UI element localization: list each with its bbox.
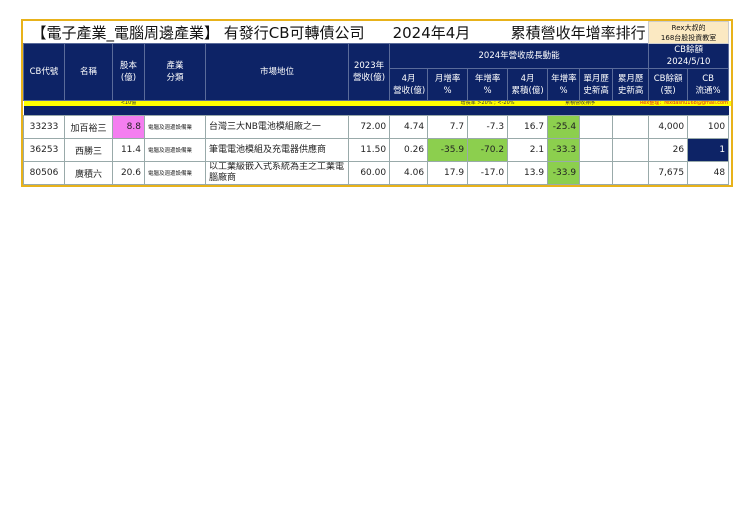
brand-line1: Rex大叔的 [671,23,706,32]
cell-apr-rev: 0.26 [389,138,429,162]
cell-rev2023: 11.50 [347,138,391,162]
cell-code: 80506 [23,161,65,185]
cell-cb-balance: 26 [648,138,689,162]
cb-ranking-sheet: 【電子產業_電腦周邊產業】 有發行CB可轉債公司 2024年4月 累積營收年增率… [21,19,733,187]
cell-capital: 11.4 [112,138,145,162]
cell-name: 西勝三 [64,138,113,162]
cell-cum-high [612,161,650,185]
period-label: 2024年4月 [392,23,471,42]
ranking-label: 累積營收年增率排行 [510,23,646,42]
cell-industry: 電腦及週邊設備業 [144,138,206,162]
cell-cb-float: 1 [687,138,730,162]
cell-code: 36253 [23,138,65,162]
cell-capital: 20.6 [112,161,145,185]
cell-apr-cum: 16.7 [507,115,549,139]
header-growth-group: 2024年營收成長動能 [389,43,650,69]
sheet-title: 【電子產業_電腦周邊產業】 有發行CB可轉債公司 [31,23,365,42]
header-code: CB代號 [23,43,65,101]
cell-rev2023: 72.00 [347,115,391,139]
cell-apr-rev: 4.06 [389,161,429,185]
cell-cum-yoy: -25.4 [547,115,581,139]
header-apr-rev: 4月 營收(億) [389,68,429,101]
cell-market: 筆電電池模組及充電器供應商 [205,138,349,162]
cell-apr-rev: 4.74 [389,115,429,139]
cell-apr-cum: 2.1 [507,138,549,162]
cell-cb-float: 48 [687,161,730,185]
cell-cb-balance: 7,675 [648,161,689,185]
cell-market: 以工業級嵌入式系統為主之工業電腦廠商 [205,161,349,185]
cell-capital: 8.8 [112,115,145,139]
header-rev2023: 2023年 營收(億) [347,43,391,101]
header-month-high: 單月歷 史新高 [579,68,614,101]
header-cb-group: CB餘額 2024/5/10 [648,43,730,69]
brand-line2: 168台股投資教室 [660,33,717,42]
cell-code: 33233 [23,115,65,139]
header-capital: 股本 (億) [112,43,145,101]
cell-month-high [579,115,614,139]
header-cb-float: CB 流通% [687,68,730,101]
cell-yoy: -17.0 [467,161,509,185]
header-cum-yoy: 年增率 % [547,68,581,101]
cell-industry: 電腦及週邊設備業 [144,161,206,185]
table-row: 36253 西勝三 11.4 電腦及週邊設備業 筆電電池模組及充電器供應商 11.50 0.… [23,138,732,162]
cell-name: 加百裕三 [64,115,113,139]
cell-cb-float: 100 [687,115,730,139]
cell-month-high [579,161,614,185]
cell-yoy: -70.2 [467,138,509,162]
cell-industry: 電腦及週邊設備業 [144,115,206,139]
header-yoy: 年增率 % [467,68,509,101]
cell-market: 台灣三大NB電池模組廠之一 [205,115,349,139]
header-market: 市場地位 [205,43,349,101]
cell-mom: 17.9 [427,161,469,185]
table-row: 80506 廣積六 20.6 電腦及週邊設備業 以工業級嵌入式系統為主之工業電腦廠商 60… [23,161,732,185]
cell-mom: -35.9 [427,138,469,162]
cell-yoy: -7.3 [467,115,509,139]
header-cum-high: 累月歷 史新高 [612,68,650,101]
cell-apr-cum: 13.9 [507,161,549,185]
cell-name: 廣積六 [64,161,113,185]
cell-rev2023: 60.00 [347,161,391,185]
header-apr-cum: 4月 累積(億) [507,68,549,101]
header-cb-balance: CB餘額 (張) [648,68,689,101]
header-name: 名稱 [64,43,113,101]
cell-cum-high [612,138,650,162]
cell-mom: 7.7 [427,115,469,139]
header-industry: 產業 分類 [144,43,206,101]
cell-month-high [579,138,614,162]
cell-cum-yoy: -33.3 [547,138,581,162]
table-row: 33233 加百裕三 8.8 電腦及週邊設備業 台灣三大NB電池模組廠之一 72.00 4.… [23,115,732,139]
header-mom: 月增率 % [427,68,469,101]
brand-box: Rex大叔的 168台股投資教室 [648,21,730,44]
cell-cum-yoy: -33.9 [547,161,581,185]
cell-cb-balance: 4,000 [648,115,689,139]
cell-cum-high [612,115,650,139]
